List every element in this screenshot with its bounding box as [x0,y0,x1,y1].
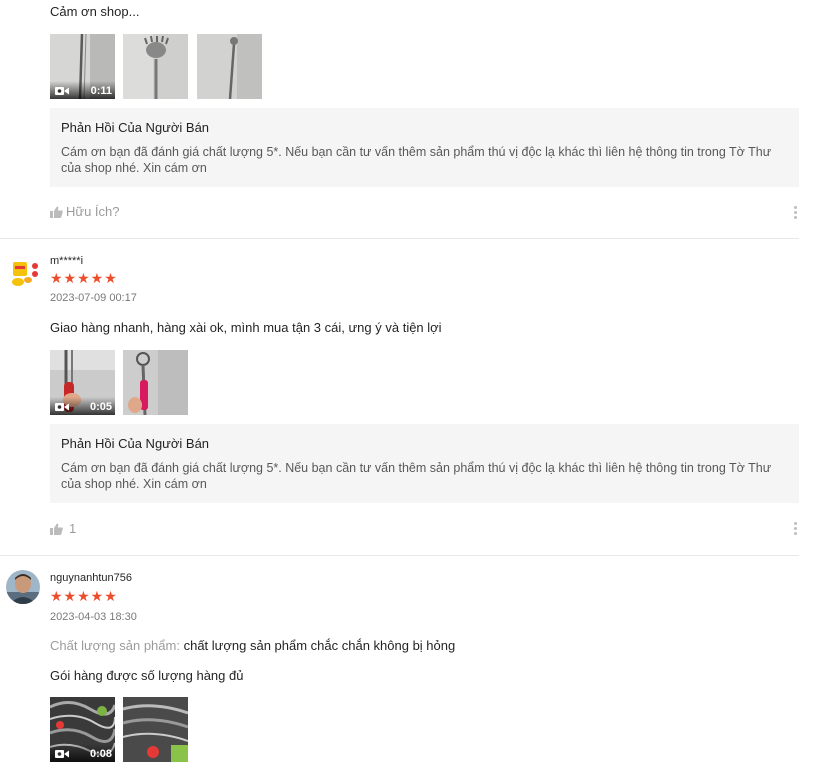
video-duration: 0:05 [89,401,112,413]
rating-stars: ★★★★★ [50,270,118,286]
review-video-thumbnail[interactable]: 0:08 [50,697,115,762]
review-image [123,34,188,99]
username[interactable]: nguynanhtun756 [50,572,132,584]
helpful-label: Hữu Ích? [66,204,120,219]
avatar[interactable] [6,256,40,290]
video-duration: 0:08 [89,748,112,760]
video-camera-icon [55,87,69,95]
seller-reply: Phản Hồi Của Người Bán Cám ơn bạn đã đán… [50,108,799,187]
review-video-thumbnail[interactable]: 0:05 [50,350,115,415]
review-image [123,350,188,415]
username[interactable]: m*****i [50,255,83,267]
review-date: 2023-04-03 18:30 [50,611,137,623]
review-date: 2023-07-09 00:17 [50,292,137,304]
review-image-thumbnail[interactable] [123,697,188,762]
review-image-thumbnail[interactable] [123,350,188,415]
attribute-label: Chất lượng sản phẩm: [50,638,180,653]
helpful-button[interactable]: Hữu Ích? [50,204,120,219]
review-content: Gói hàng được số lượng hàng đủ [50,668,244,683]
rating-stars: ★★★★★ [50,588,118,604]
review-item: nguynanhtun756 ★★★★★ 2023-04-03 18:30 Ch… [0,556,816,766]
helpful-button[interactable]: 1 [50,521,76,536]
review-item: m*****i ★★★★★ 2023-07-09 00:17 Giao hàng… [0,239,816,555]
review-image [197,34,262,99]
video-camera-icon [55,403,69,411]
seller-reply: Phản Hồi Của Người Bán Cám ơn bạn đã đán… [50,424,799,503]
review-content: Cảm ơn shop... [50,4,140,19]
thumbs-up-icon [50,206,63,218]
review-image-thumbnail[interactable] [197,34,262,99]
review-video-thumbnail[interactable]: 0:11 [50,34,115,99]
attribute-value: chất lượng sản phẩm chắc chắn không bị h… [183,638,456,653]
more-vertical-icon[interactable] [794,522,798,536]
video-camera-icon [55,750,69,758]
review-image [123,697,188,762]
helpful-count: 1 [69,521,77,536]
seller-reply-title: Phản Hồi Của Người Bán [61,436,210,451]
review-item: Cảm ơn shop... 0:11 Phản Hồi Của Người B… [0,0,816,238]
video-duration: 0:11 [90,85,112,97]
avatar[interactable] [6,570,40,604]
seller-reply-text: Cám ơn bạn đã đánh giá chất lượng 5*. Nế… [61,461,772,491]
review-image-thumbnail[interactable] [123,34,188,99]
review-quality-attribute: Chất lượng sản phẩm: chất lượng sản phẩm… [50,638,455,653]
thumbs-up-icon [50,523,63,535]
more-vertical-icon[interactable] [794,206,798,220]
seller-reply-text: Cám ơn bạn đã đánh giá chất lượng 5*. Nế… [61,145,772,175]
review-content: Giao hàng nhanh, hàng xài ok, mình mua t… [50,320,442,335]
seller-reply-title: Phản Hồi Của Người Bán [61,120,210,135]
